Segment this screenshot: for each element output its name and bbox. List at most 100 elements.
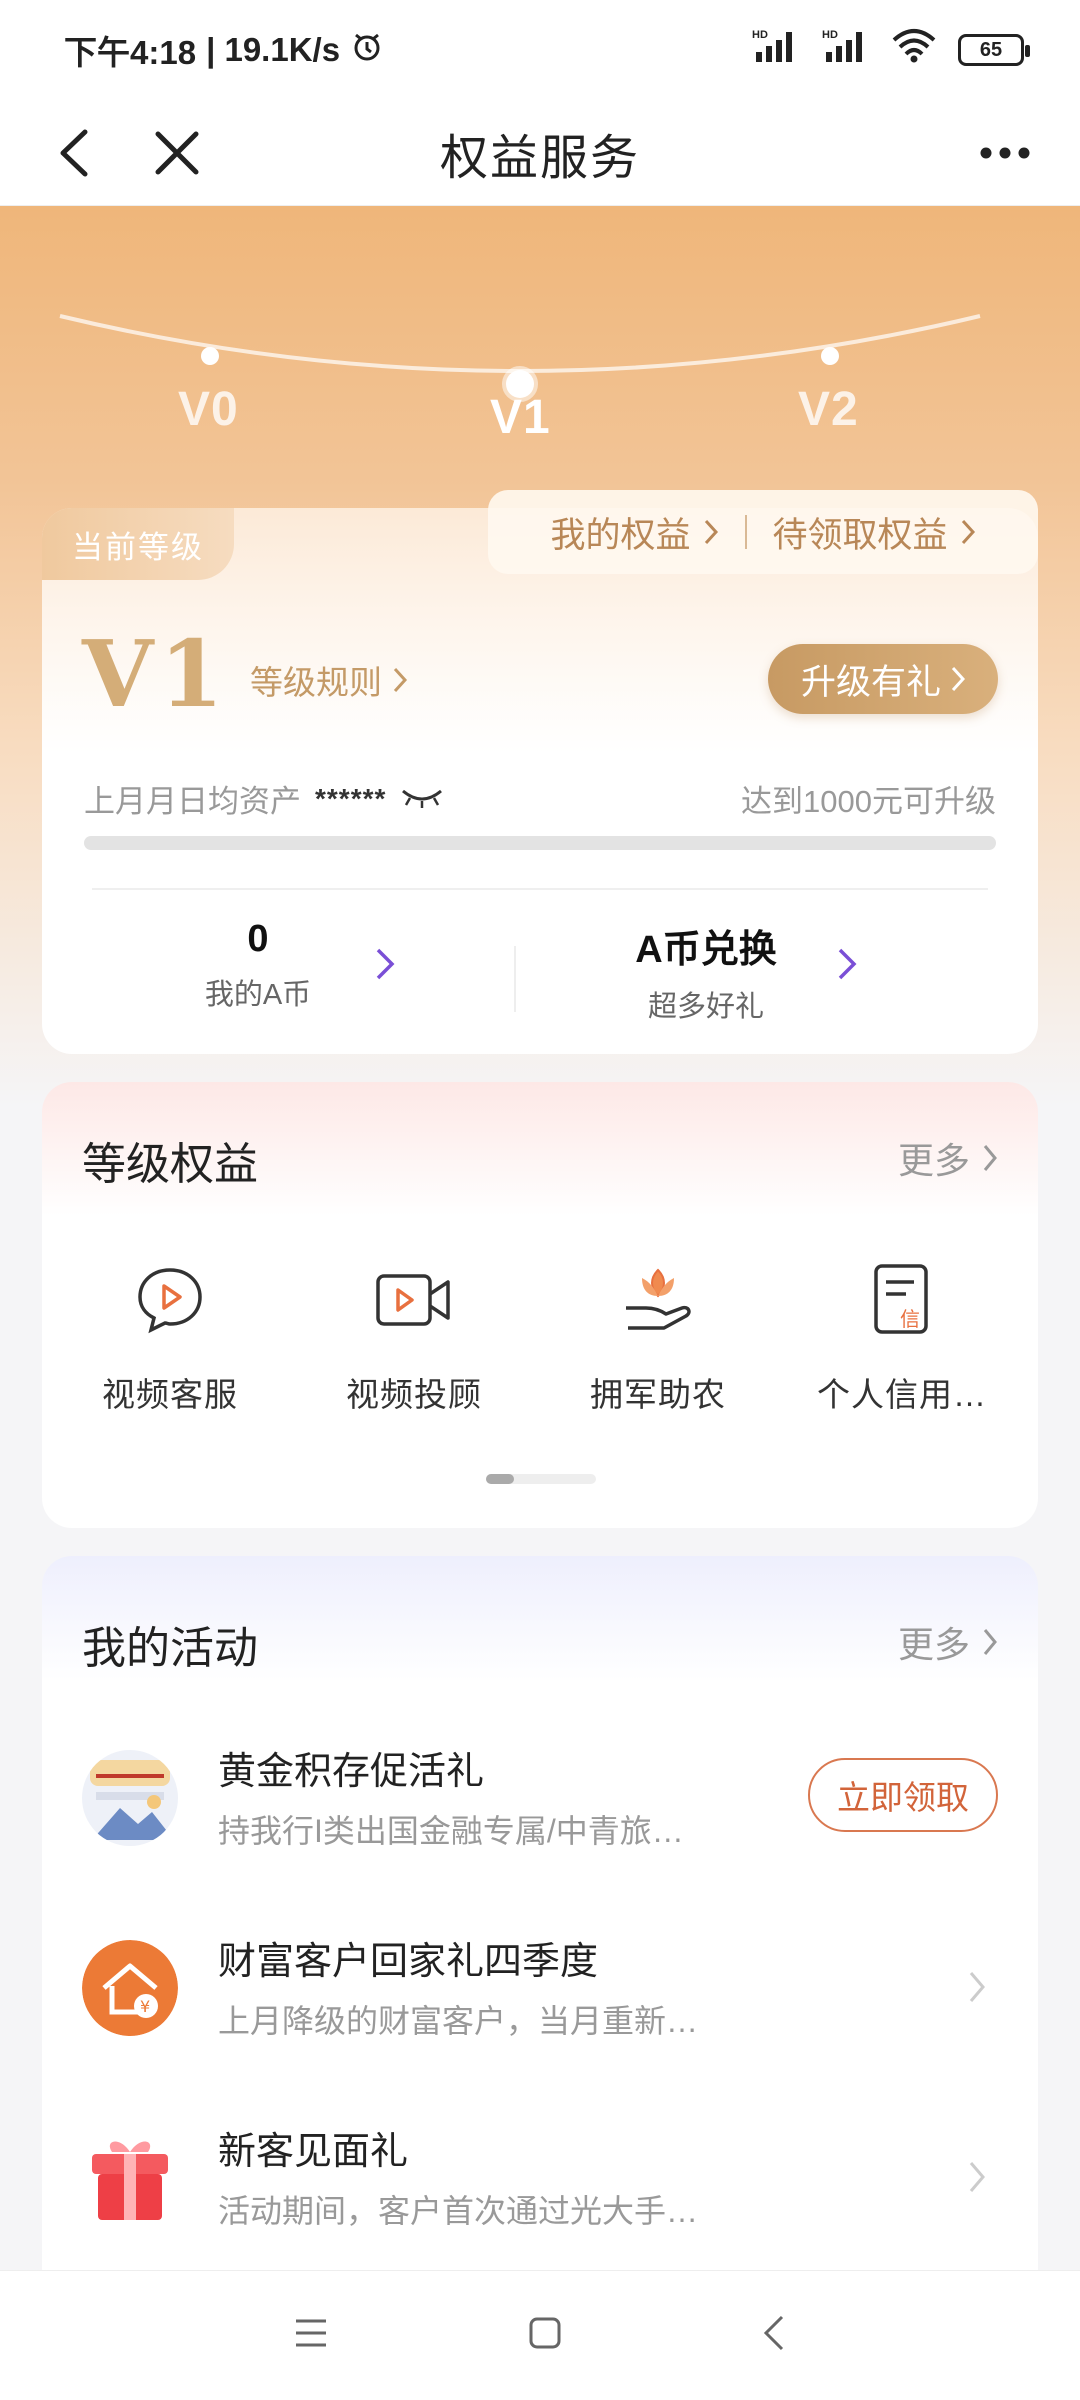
coins-label: 我的A币 <box>204 979 312 1011</box>
my-benefits-link[interactable]: 我的权益 <box>550 507 718 558</box>
chevron-left-icon <box>60 129 88 177</box>
asset-row: 上月月日均资产 ****** 达到1000元可升级 <box>84 776 996 821</box>
svg-text:信: 信 <box>900 1307 920 1331</box>
back-button[interactable] <box>40 118 110 188</box>
asset-info: 上月月日均资产 ****** <box>84 776 444 821</box>
claim-now-button[interactable]: 立即领取 <box>808 1758 998 1832</box>
status-right: HD HD 65 <box>752 28 1030 72</box>
grade-benefits-more[interactable]: 更多 <box>898 1132 998 1184</box>
home-gift-icon: ¥ <box>82 1940 178 2036</box>
grade-benefits-section: 等级权益 更多 视频客服 视频投顾 拥军助农 信 个人信用… <box>42 1082 1038 1528</box>
chevron-right-icon <box>983 1629 997 1655</box>
card-divider <box>92 888 988 890</box>
signal-hd-label: HD <box>752 29 768 41</box>
my-benefits-label: 我的权益 <box>550 515 691 555</box>
level-label-v2: V2 <box>798 383 859 436</box>
chevron-right-icon <box>838 948 857 980</box>
carousel-indicator <box>486 1474 596 1484</box>
exchange-subtitle: 超多好礼 <box>647 991 764 1023</box>
benefit-grid: 视频客服 视频投顾 拥军助农 信 个人信用… <box>42 1260 1038 1416</box>
level-label-v0: V0 <box>178 383 239 436</box>
level-dot-v0 <box>201 347 219 365</box>
chevron-right-icon <box>983 1145 997 1171</box>
chevron-right-icon <box>961 519 975 545</box>
credit-document-icon: 信 <box>862 1260 942 1340</box>
system-back-button[interactable] <box>762 2314 786 2357</box>
benefit-video-advisor[interactable]: 视频投顾 <box>292 1260 536 1416</box>
signal-icon: HD <box>822 28 870 72</box>
more-dots-icon <box>980 147 1030 159</box>
current-level-value: V1 <box>82 620 230 728</box>
chevron-right-icon <box>951 666 965 692</box>
level-card: 当前等级 我的权益 待领取权益 V1 等级规则 升级有礼 上月月日均资产 ***… <box>42 490 1038 1054</box>
activity-item[interactable]: 新客见面礼 活动期间，客户首次通过光大手… <box>42 2086 1038 2276</box>
exchange-title: A币兑换 <box>635 929 777 971</box>
chevron-right-icon <box>969 2162 985 2192</box>
more-label: 更多 <box>897 1140 970 1181</box>
activities-more[interactable]: 更多 <box>898 1616 998 1668</box>
chevron-right-icon <box>969 1972 985 2002</box>
benefit-personal-credit[interactable]: 信 个人信用… <box>780 1260 1024 1416</box>
status-speed: | 19.1K/s <box>206 31 341 68</box>
activity-title: 财富客户回家礼四季度 <box>218 1941 599 1983</box>
activity-item[interactable]: ¥ 财富客户回家礼四季度 上月降级的财富客户，当月重新… <box>42 1896 1038 2086</box>
benefit-video-service[interactable]: 视频客服 <box>48 1260 292 1416</box>
nav-bar: 权益服务 <box>0 100 1080 206</box>
activity-title: 新客见面礼 <box>218 2131 409 2173</box>
menu-button[interactable] <box>294 2318 328 2353</box>
asset-label: 上月月日均资产 <box>84 784 301 819</box>
level-dot-v2 <box>821 347 839 365</box>
home-button[interactable] <box>528 2316 562 2355</box>
activities-section: 我的活动 更多 黄金积存促活礼 持我行I类出国金融专属/中青旅… 立即领取 ¥ … <box>42 1556 1038 2336</box>
activity-title: 黄金积存促活礼 <box>218 1751 485 1793</box>
benefit-label: 拥军助农 <box>590 1376 726 1413</box>
level-rules-link[interactable]: 等级规则 <box>250 656 408 704</box>
benefit-label: 视频投顾 <box>346 1376 482 1413</box>
svg-text:¥: ¥ <box>140 1997 150 2016</box>
more-label: 更多 <box>897 1624 970 1665</box>
more-options-button[interactable] <box>970 118 1040 188</box>
close-icon <box>155 131 199 175</box>
chat-play-icon <box>130 1260 210 1340</box>
coin-exchange[interactable]: A币兑换 超多好礼 <box>556 918 856 1025</box>
benefit-support-farmers[interactable]: 拥军助农 <box>536 1260 780 1416</box>
pending-benefits-label: 待领取权益 <box>772 515 948 555</box>
activity-item[interactable]: 黄金积存促活礼 持我行I类出国金融专属/中青旅… 立即领取 <box>42 1706 1038 1896</box>
wifi-icon <box>892 28 936 72</box>
my-coins[interactable]: 0 我的A币 <box>108 918 408 1013</box>
activity-desc: 持我行I类出国金融专属/中青旅… <box>218 1813 684 1849</box>
alarm-icon <box>350 29 384 71</box>
chevron-right-icon <box>376 948 395 980</box>
coin-divider <box>514 946 516 1012</box>
home-square-icon <box>529 2317 561 2349</box>
upgrade-gift-label: 升级有礼 <box>800 662 941 702</box>
activity-thumbnail <box>82 1750 178 1846</box>
current-level-tag: 当前等级 <box>42 508 234 580</box>
link-divider <box>744 515 747 549</box>
activity-desc: 上月降级的财富客户，当月重新… <box>218 2003 699 2039</box>
grade-benefits-title: 等级权益 <box>82 1140 258 1189</box>
system-navigation-bar <box>0 2270 1080 2400</box>
status-left: 下午4:18 | 19.1K/s <box>64 26 384 74</box>
upgrade-gift-button[interactable]: 升级有礼 <box>768 644 998 714</box>
upgrade-hint: 达到1000元可升级 <box>741 784 996 819</box>
signal-icon: HD <box>752 28 800 72</box>
video-camera-icon <box>374 1260 454 1340</box>
level-rules-label: 等级规则 <box>250 664 382 701</box>
signal-hd-label: HD <box>822 29 838 41</box>
coins-value: 0 <box>247 918 269 960</box>
close-button[interactable] <box>142 118 212 188</box>
status-time: 下午4:18 <box>64 34 197 71</box>
menu-icon <box>296 2319 326 2347</box>
chevron-right-icon <box>393 667 408 693</box>
asset-value: ****** <box>315 782 387 814</box>
benefit-label: 视频客服 <box>102 1376 238 1413</box>
eye-closed-icon[interactable] <box>400 781 444 817</box>
benefit-label: 个人信用… <box>817 1376 987 1413</box>
level-label-v1: V1 <box>490 391 551 444</box>
back-triangle-icon <box>763 2315 784 2351</box>
chevron-right-icon <box>704 519 718 545</box>
benefit-links: 我的权益 待领取权益 <box>488 490 1038 574</box>
pending-benefits-link[interactable]: 待领取权益 <box>773 507 976 558</box>
activities-title: 我的活动 <box>82 1624 258 1673</box>
